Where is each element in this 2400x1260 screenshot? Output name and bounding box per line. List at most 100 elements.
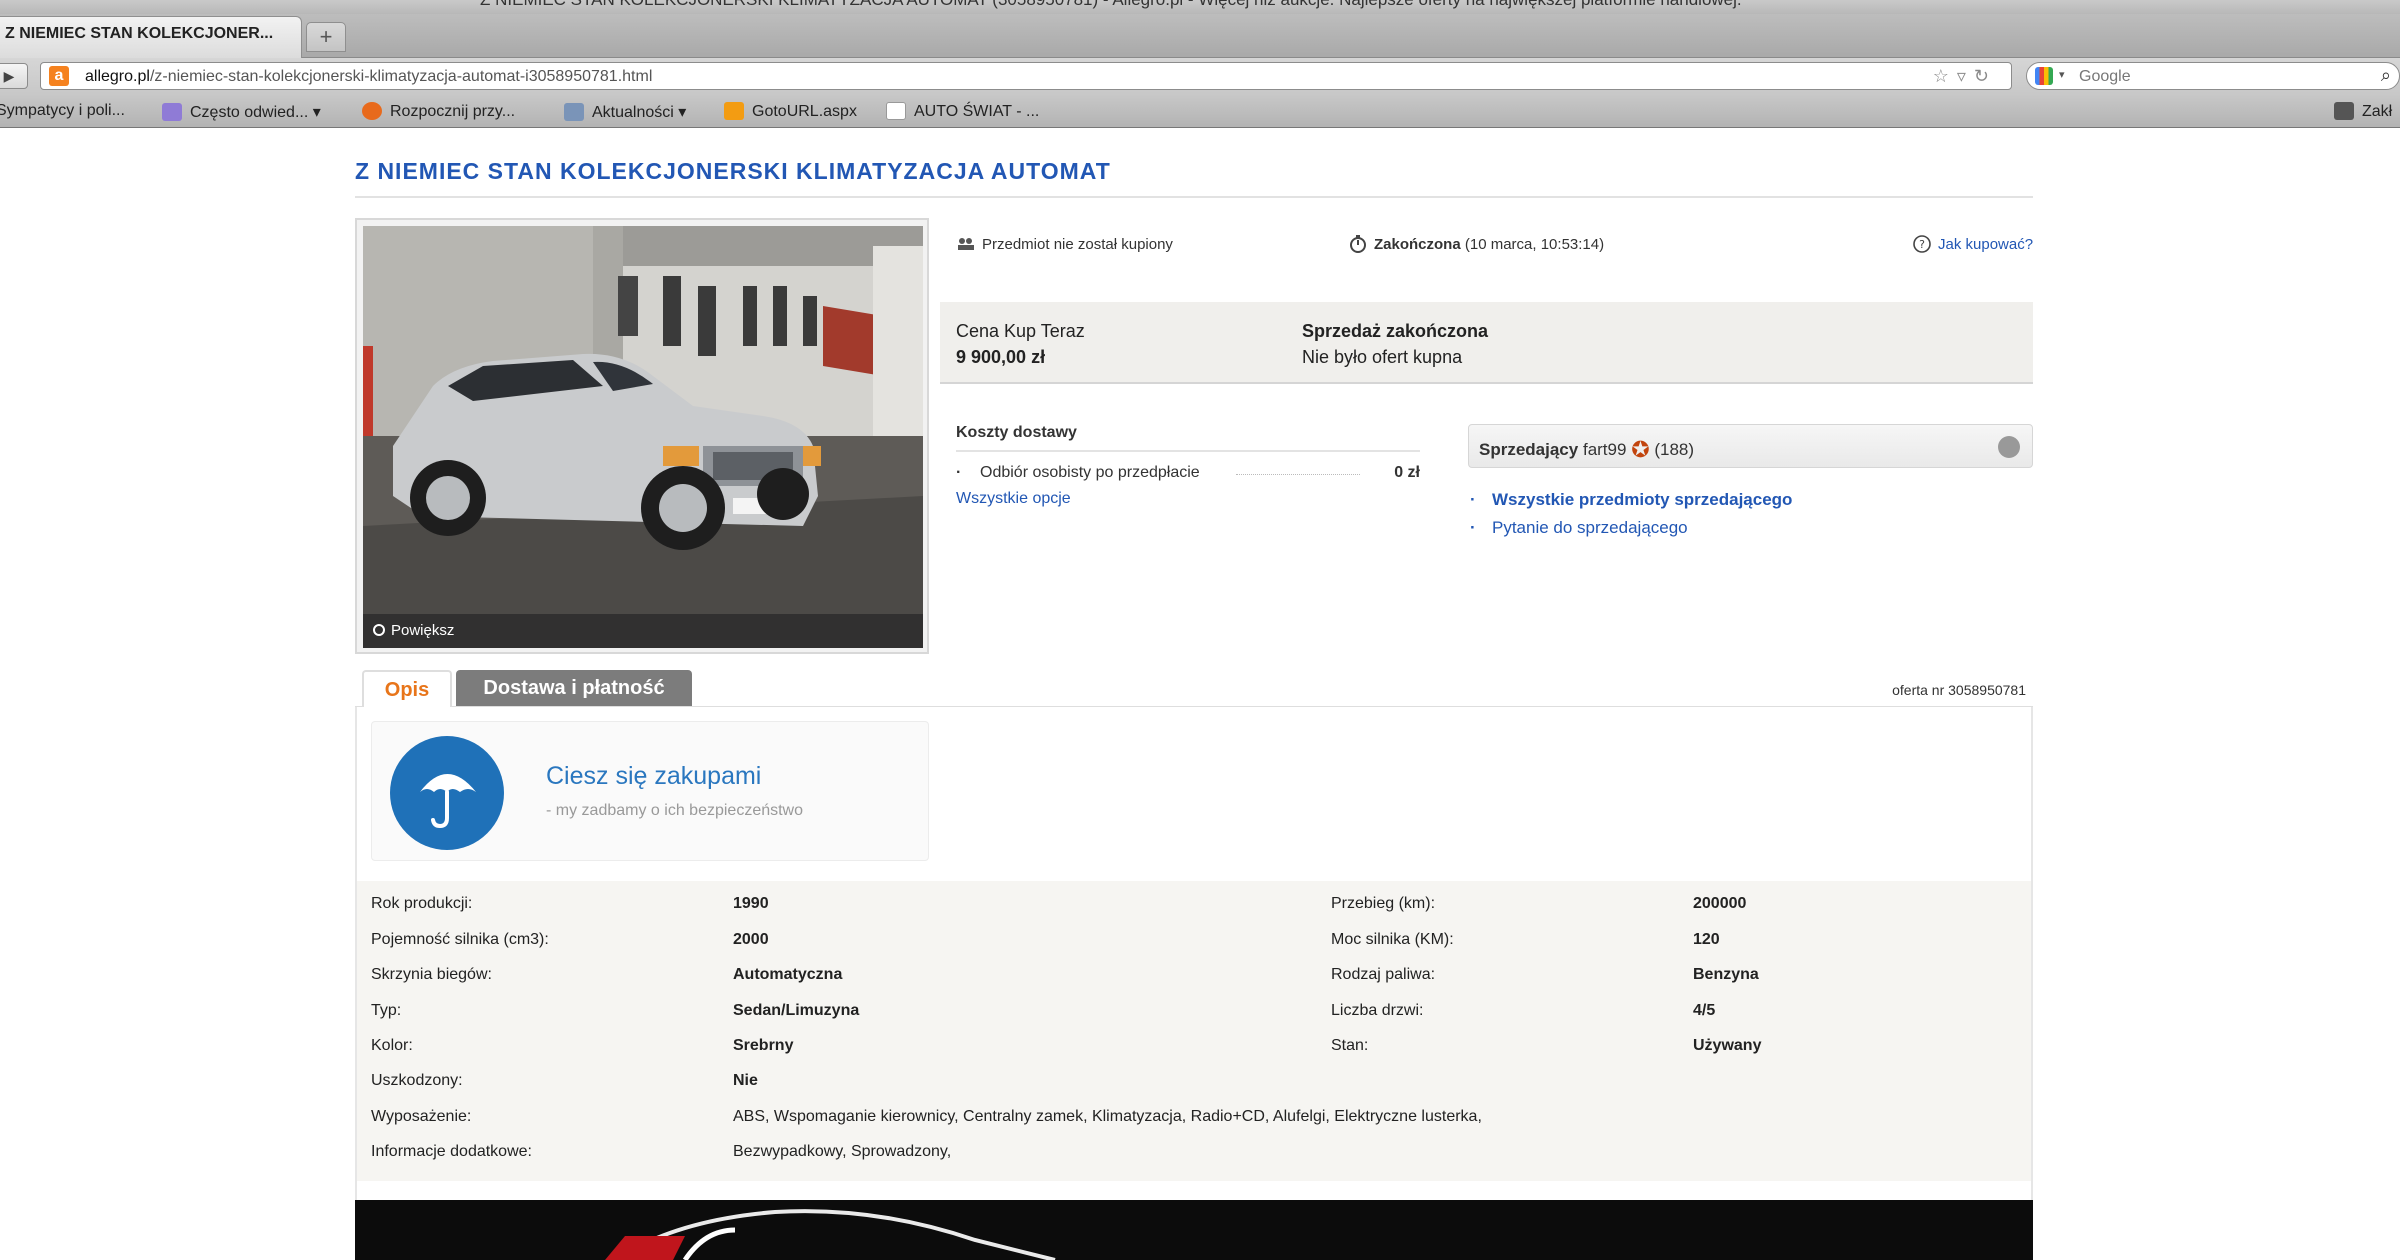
param-value: Sedan/Limuzyna: [733, 1002, 860, 1019]
bookmarks-bar: Sympatycy i poli... Często odwied... ▾ R…: [0, 94, 2400, 128]
param-label: Wyposażenie:: [371, 1108, 472, 1125]
param-row: Typ: Sedan/Limuzyna Liczba drzwi: 4/5: [357, 994, 2031, 1028]
shipping-option-name: Odbiór osobisty po przedpłacie: [980, 464, 1200, 481]
url-domain: allegro.pl: [85, 68, 150, 85]
help-icon: ?: [1912, 234, 1932, 254]
seller-link-item[interactable]: · Pytanie do sprzedającego: [1470, 514, 1792, 542]
bookmark-item[interactable]: Często odwied... ▾: [162, 102, 321, 122]
param-label: Uszkodzony:: [371, 1072, 463, 1089]
page-icon: [886, 102, 906, 120]
url-text[interactable]: allegro.pl/z-niemiec-stan-kolekcjonerski…: [85, 68, 652, 86]
bookmark-label: GotoURL.aspx: [752, 103, 857, 120]
search-engine-placeholder: Google: [2079, 68, 2131, 85]
shipping-option-price: 0 zł: [1394, 464, 1420, 481]
bookmark-label: Często odwied...: [190, 104, 309, 121]
param-row: Pojemność silnika (cm3): 2000 Moc silnik…: [357, 923, 2031, 957]
param-row: Uszkodzony: Nie: [357, 1064, 2031, 1098]
ask-seller-link[interactable]: Pytanie do sprzedającego: [1492, 518, 1688, 537]
seller-star-icon: ✪: [1631, 437, 1650, 462]
sale-status: Sprzedaż zakończona Nie było ofert kupna: [1302, 318, 1488, 370]
browser-tab[interactable]: Z NIEMIEC STAN KOLEKCJONER...: [0, 16, 302, 58]
tab-shipping-payment[interactable]: Dostawa i płatność: [456, 670, 692, 706]
zoom-bar[interactable]: Powiększ: [363, 614, 923, 648]
ended-date: (10 marca, 10:53:14): [1464, 236, 1605, 253]
bookmark-item[interactable]: Rozpocznij przy...: [362, 102, 515, 121]
param-value: 120: [1693, 931, 1720, 948]
param-row: Wyposażenie: ABS, Wspomaganie kierownicy…: [357, 1100, 2031, 1134]
bookmark-label: Aktualności: [592, 104, 674, 121]
collapse-icon[interactable]: [1998, 436, 2020, 458]
new-tab-button[interactable]: +: [306, 22, 346, 52]
bookmark-item[interactable]: Zakł: [2334, 102, 2392, 121]
car-photo[interactable]: Powiększ: [363, 226, 923, 648]
safe-shopping-card[interactable]: Ciesz się zakupami - my zadbamy o ich be…: [371, 721, 929, 861]
engine-dropdown-icon[interactable]: ▾: [2059, 68, 2065, 81]
url-tools: ☆▿↻: [1933, 66, 1997, 87]
description-content: Ciesz się zakupami - my zadbamy o ich be…: [355, 707, 2033, 1260]
reload-icon[interactable]: ↻: [1974, 66, 1997, 86]
tab-description[interactable]: Opis: [362, 670, 452, 708]
all-seller-items-link[interactable]: Wszystkie przedmioty sprzedającego: [1492, 490, 1792, 509]
folder-icon: [162, 103, 182, 121]
buy-now-price: Cena Kup Teraz 9 900,00 zł: [956, 318, 1085, 370]
safe-shopping-subtitle-text: my zadbamy o ich bezpieczeństwo: [555, 802, 804, 819]
how-to-buy-link[interactable]: ? Jak kupować?: [1912, 234, 2033, 254]
seller-link-item[interactable]: · Wszystkie przedmioty sprzedającego: [1470, 486, 1792, 514]
back-button[interactable]: ▶: [0, 63, 28, 89]
seller-box[interactable]: Sprzedający fart99 ✪ (188): [1468, 424, 2033, 468]
dropdown-chevron-icon[interactable]: ▿: [1957, 66, 1974, 86]
param-value: ABS, Wspomaganie kierownicy, Centralny z…: [733, 1108, 1482, 1125]
sale-status-label: Sprzedaż zakończona: [1302, 321, 1489, 341]
svg-text:?: ?: [1919, 238, 1925, 251]
param-row: Informacje dodatkowe: Bezwypadkowy, Spro…: [357, 1135, 2031, 1169]
all-shipping-options-link[interactable]: Wszystkie opcje: [956, 490, 1420, 508]
param-label: Przebieg (km):: [1331, 895, 1436, 912]
param-label: Typ:: [371, 1002, 402, 1019]
bookmarks-menu-icon: [2334, 102, 2354, 120]
param-value: 4/5: [1693, 1002, 1716, 1019]
param-row: Skrzynia biegów: Automatyczna Rodzaj pal…: [357, 958, 2031, 992]
bookmark-label: Zakł: [2362, 103, 2393, 120]
bookmark-item[interactable]: GotoURL.aspx: [724, 102, 857, 121]
param-label: Skrzynia biegów:: [371, 966, 492, 983]
dotted-leader: [1236, 474, 1360, 475]
param-label: Liczba drzwi:: [1331, 1002, 1424, 1019]
magnifier-icon: [373, 624, 385, 636]
shipping-option: · Odbiór osobisty po przedpłacie 0 zł: [956, 464, 1420, 484]
seller-links: · Wszystkie przedmioty sprzedającego · Pyt…: [1470, 486, 1792, 542]
param-value: Używany: [1693, 1037, 1762, 1054]
search-bar[interactable]: ▾ Google ⌕: [2026, 62, 2400, 90]
umbrella-icon: [390, 736, 504, 850]
buy-now-value: 9 900,00 zł: [956, 347, 1046, 367]
safe-shopping-title: Ciesz się zakupami: [546, 762, 762, 790]
sale-status-note: Nie było ofert kupna: [1302, 347, 1463, 367]
param-label: Moc silnika (KM):: [1331, 931, 1454, 948]
address-bar[interactable]: a allegro.pl/z-niemiec-stan-kolekcjoners…: [40, 62, 2012, 90]
photo-gallery[interactable]: Powiększ: [355, 218, 929, 654]
buy-now-label: Cena Kup Teraz: [956, 321, 1085, 341]
people-icon: [956, 234, 976, 254]
bookmark-label: Sympatycy i poli...: [0, 102, 125, 119]
search-icon[interactable]: ⌕: [2381, 65, 2391, 86]
bookmark-item[interactable]: Sympatycy i poli...: [0, 102, 125, 120]
param-label: Rok produkcji:: [371, 895, 473, 912]
bullet: ·: [956, 464, 962, 481]
car-photo-image: [363, 226, 923, 648]
page-title: Z NIEMIEC STAN KOLEKCJONERSKI KLIMATYZAC…: [355, 158, 1111, 184]
param-value: 1990: [733, 895, 769, 912]
price-panel: Cena Kup Teraz 9 900,00 zł Sprzedaż zako…: [940, 302, 2033, 384]
param-label: Kolor:: [371, 1037, 413, 1054]
seller-rating[interactable]: (188): [1654, 440, 1694, 459]
tab-strip: Z NIEMIEC STAN KOLEKCJONER... +: [0, 14, 2400, 58]
param-label: Stan:: [1331, 1037, 1369, 1054]
seller-name[interactable]: fart99: [1583, 440, 1626, 459]
bookmark-item[interactable]: Aktualności ▾: [564, 102, 686, 122]
param-value: Nie: [733, 1072, 758, 1089]
google-icon[interactable]: [2035, 67, 2053, 85]
url-path: /z-niemiec-stan-kolekcjonerski-klimatyza…: [149, 68, 653, 85]
bookmark-label: Rozpocznij przy...: [390, 103, 516, 120]
browser-tab-label: Z NIEMIEC STAN KOLEKCJONER...: [5, 25, 274, 42]
dash: -: [546, 802, 552, 819]
bookmark-item[interactable]: AUTO ŚWIAT - ...: [886, 102, 1039, 121]
bookmark-star-icon[interactable]: ☆: [1933, 66, 1957, 86]
